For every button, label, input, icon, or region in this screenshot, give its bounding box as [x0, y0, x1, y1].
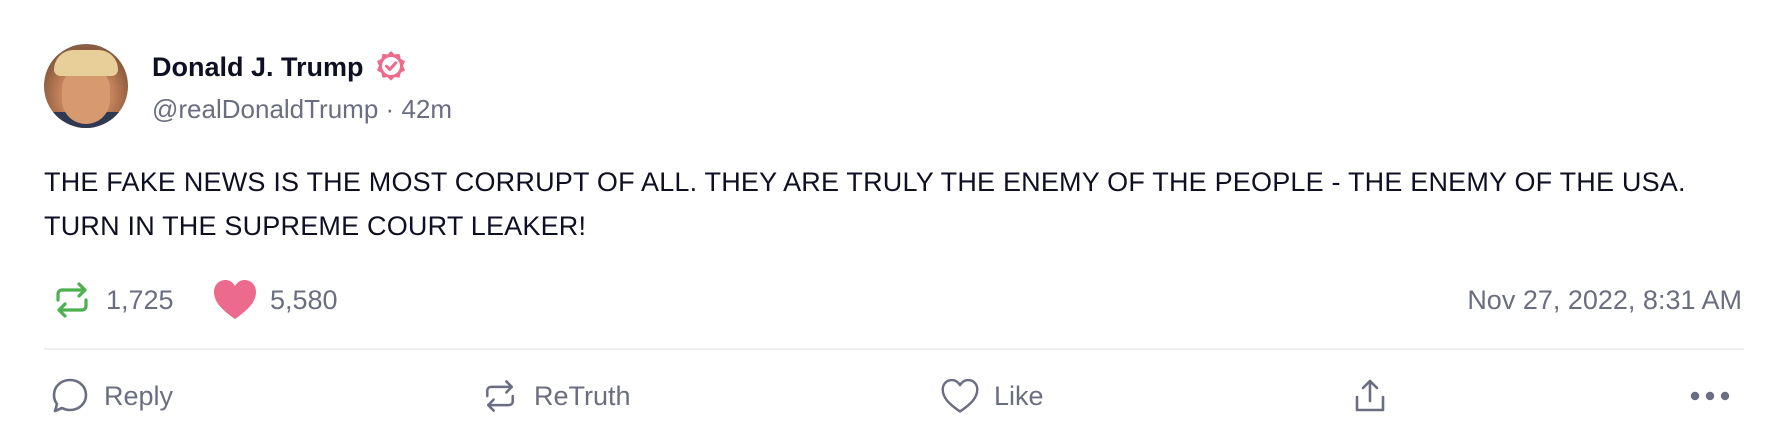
author-name-row: Donald J. Trump: [152, 48, 408, 86]
like-count[interactable]: 5,580: [212, 272, 338, 328]
avatar-hair: [54, 50, 118, 76]
like-count-value: 5,580: [270, 284, 338, 315]
retruth-button[interactable]: ReTruth: [480, 368, 631, 424]
reply-button[interactable]: Reply: [50, 368, 173, 424]
more-options-button[interactable]: [1688, 368, 1732, 424]
heart-icon: [212, 278, 258, 322]
more-dots-icon: [1688, 389, 1732, 403]
retruth-icon: [50, 278, 94, 322]
author-handle[interactable]: @realDonaldTrump: [152, 94, 378, 124]
reply-label: Reply: [104, 380, 174, 411]
author-meta: @realDonaldTrump · 42m: [152, 94, 452, 125]
post-body: THE FAKE NEWS IS THE MOST CORRUPT OF ALL…: [44, 167, 1686, 241]
like-button[interactable]: Like: [940, 368, 1044, 424]
post-stats: 1,725 5,580 Nov 27, 2022, 8:31 AM: [44, 272, 1744, 328]
post-age[interactable]: 42m: [401, 94, 452, 124]
author-name[interactable]: Donald J. Trump: [152, 52, 364, 83]
share-upload-icon: [1350, 376, 1390, 416]
retruth-count-value: 1,725: [106, 284, 174, 315]
verified-badge-icon: [374, 50, 408, 84]
like-label: Like: [994, 380, 1044, 411]
meta-separator: ·: [385, 94, 395, 124]
reply-bubble-icon: [50, 376, 90, 416]
post-card: Donald J. Trump @realDonaldTrump · 42m T…: [0, 0, 1778, 438]
avatar-face: [62, 68, 110, 124]
heart-outline-icon: [940, 377, 980, 415]
post-action-bar: Reply ReTruth Like: [44, 368, 1744, 424]
divider: [44, 348, 1744, 350]
retruth-icon: [480, 376, 520, 416]
retruth-label: ReTruth: [534, 380, 631, 411]
retruth-count[interactable]: 1,725: [50, 272, 174, 328]
post-timestamp[interactable]: Nov 27, 2022, 8:31 AM: [1467, 272, 1742, 328]
share-button[interactable]: [1350, 368, 1390, 424]
author-avatar[interactable]: [44, 44, 128, 128]
